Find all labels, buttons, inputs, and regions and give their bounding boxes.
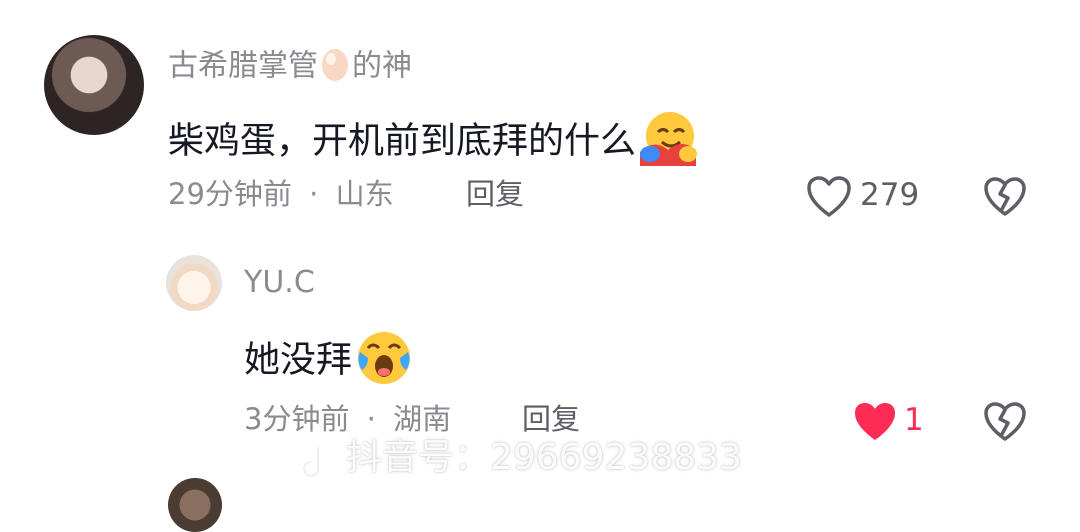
watermark: 抖音号：29669238833 — [300, 440, 742, 487]
reply-location: 湖南 — [393, 402, 452, 436]
reply-reply-button[interactable]: 回复 — [522, 405, 580, 434]
meta-separator: · — [366, 402, 376, 436]
egg-icon — [320, 46, 350, 88]
comment-dislike-button[interactable] — [983, 176, 1027, 222]
tiktok-logo-icon — [300, 443, 336, 487]
reply-like-count: 1 — [904, 402, 924, 438]
commenter-name-text: 古希腊掌管 — [168, 48, 318, 84]
heart-filled-icon — [852, 403, 898, 448]
reply-content[interactable]: 她没拜 — [244, 330, 414, 393]
next-commenter-avatar[interactable] — [168, 478, 222, 532]
reply-dislike-button[interactable] — [983, 401, 1027, 447]
comment-location: 山东 — [335, 177, 394, 211]
replier-name[interactable]: YU.C — [244, 268, 315, 298]
reply-meta: 3分钟前 · 湖南 — [244, 405, 451, 434]
heart-outline-icon — [806, 176, 852, 223]
replier-avatar[interactable] — [166, 255, 222, 311]
comment-meta: 29分钟前 · 山东 — [168, 180, 394, 209]
broken-heart-icon — [983, 402, 1027, 447]
commenter-avatar[interactable] — [44, 35, 144, 135]
comment-like-count: 279 — [860, 177, 920, 213]
comment-text: 柴鸡蛋，开机前到底拜的什么 — [168, 120, 637, 162]
commenter-name-suffix: 的神 — [352, 48, 412, 84]
broken-heart-icon — [983, 177, 1027, 222]
reply-time: 3分钟前 — [244, 402, 350, 436]
crying-laughing-face-icon — [354, 330, 414, 393]
commenter-name[interactable]: 古希腊掌管 的神 — [168, 46, 412, 88]
meta-separator: · — [309, 177, 319, 211]
hugging-face-icon — [638, 110, 698, 175]
reply-like-button[interactable] — [852, 400, 898, 448]
comment-content[interactable]: 柴鸡蛋，开机前到底拜的什么 — [168, 110, 698, 175]
reply-text: 她没拜 — [244, 339, 353, 381]
comment-reply-button[interactable]: 回复 — [466, 180, 524, 209]
comment-like-button[interactable] — [806, 175, 852, 223]
comment-time: 29分钟前 — [168, 177, 292, 211]
watermark-text: 抖音号：29669238833 — [346, 437, 742, 478]
